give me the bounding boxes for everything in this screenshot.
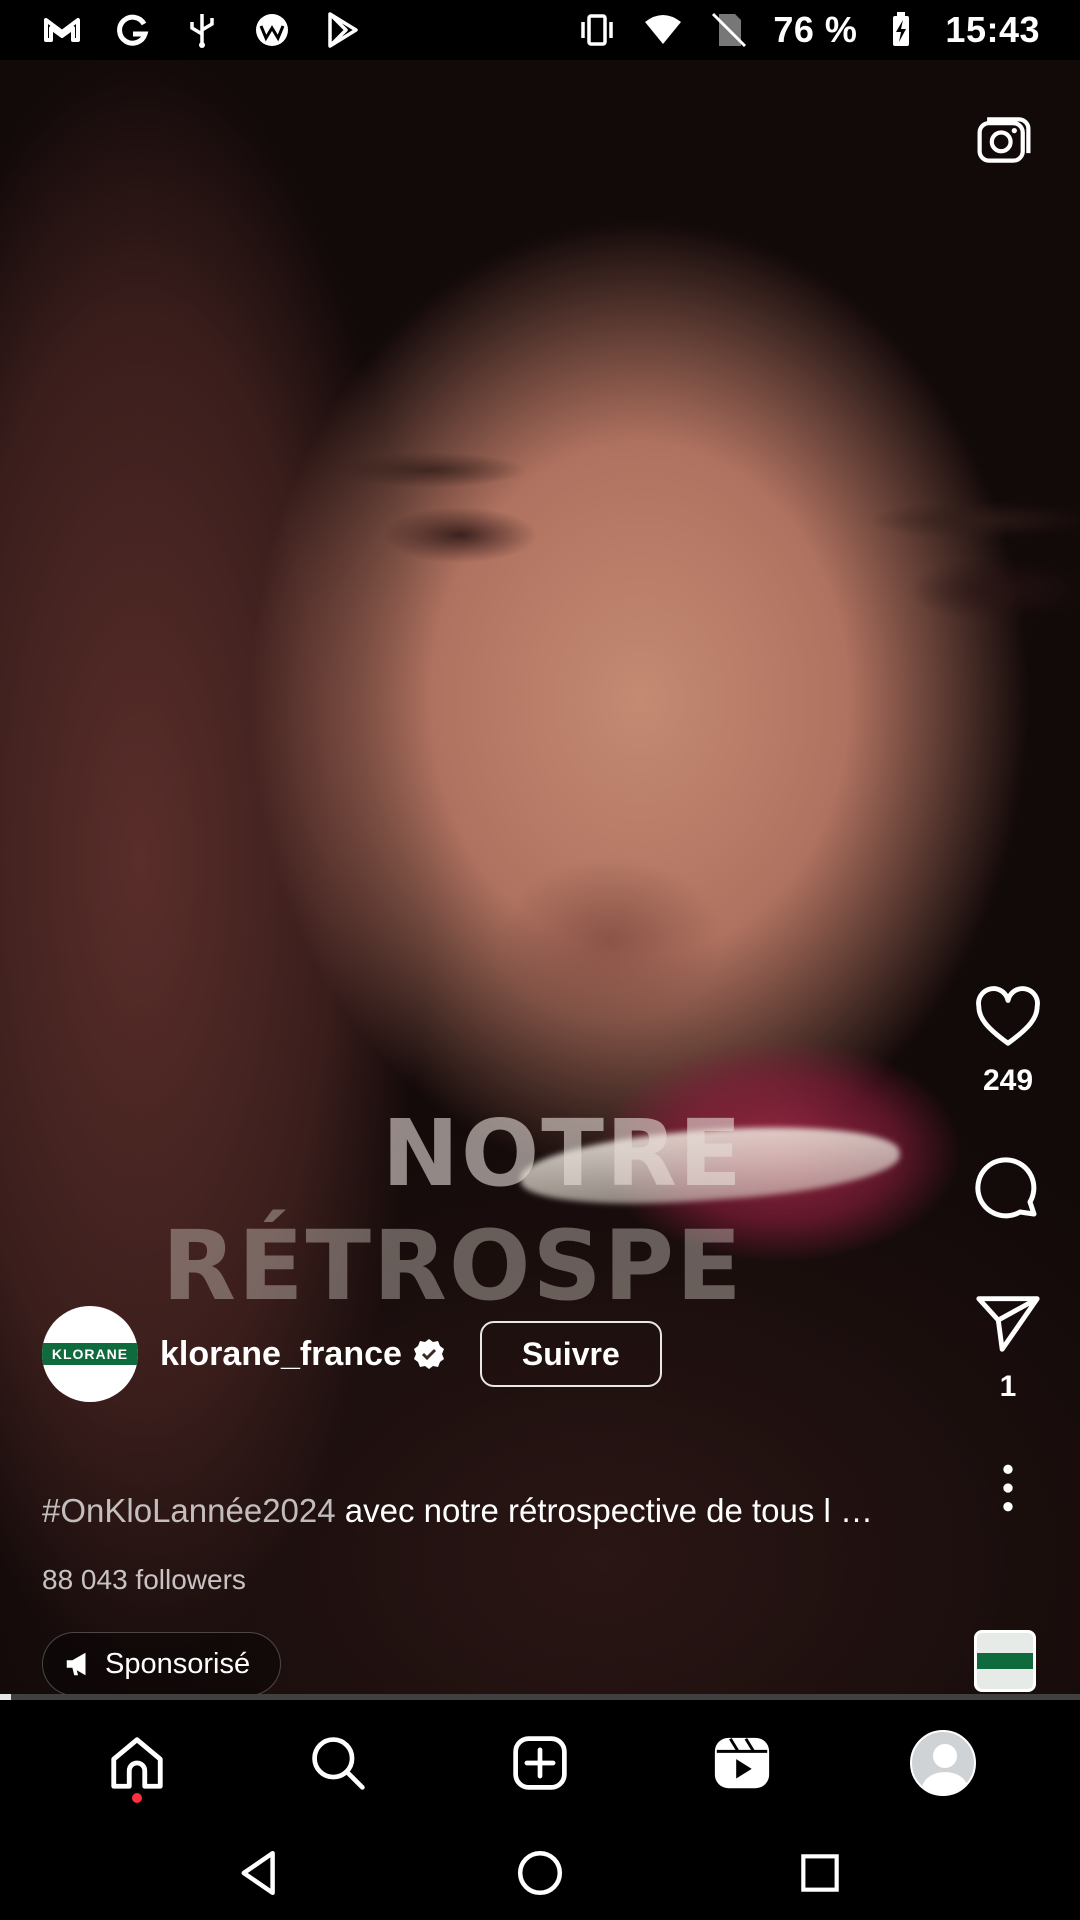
nav-create[interactable] xyxy=(492,1715,588,1811)
like-button[interactable] xyxy=(968,978,1048,1058)
share-count: 1 xyxy=(999,1370,1017,1403)
nav-search[interactable] xyxy=(290,1715,386,1811)
usb-icon xyxy=(180,8,224,52)
gmail-icon xyxy=(40,8,84,52)
nav-profile[interactable] xyxy=(895,1715,991,1811)
home-circle-icon xyxy=(517,1850,563,1896)
bottom-navigation xyxy=(0,1700,1080,1826)
recents-square-icon xyxy=(801,1854,839,1892)
nav-reels[interactable] xyxy=(694,1715,790,1811)
more-options-button[interactable] xyxy=(968,1448,1048,1528)
camera-button[interactable] xyxy=(972,108,1036,172)
profile-avatar-body xyxy=(922,1772,969,1794)
caption-hashtag[interactable]: #OnKloLannée2024 xyxy=(42,1492,336,1529)
comment-action xyxy=(960,1152,1056,1232)
heart-icon xyxy=(976,986,1040,1046)
comment-button[interactable] xyxy=(968,1152,1048,1232)
back-triangle-icon xyxy=(241,1850,275,1896)
clock: 15:43 xyxy=(945,9,1040,50)
video-frame xyxy=(0,60,1080,1694)
app-icon xyxy=(250,8,294,52)
author-username[interactable]: klorane_france xyxy=(160,1335,402,1374)
follow-button[interactable]: Suivre xyxy=(479,1321,662,1387)
home-system-button[interactable] xyxy=(500,1833,580,1913)
share-action: 1 xyxy=(960,1284,1056,1404)
caption[interactable]: #OnKloLannée2024 avec notre rétrospectiv… xyxy=(42,1492,942,1530)
system-navigation xyxy=(0,1826,1080,1920)
reel-video[interactable]: NOTRE RÉTROSPE 249 1 KLORANE klorane_fra… xyxy=(0,60,1080,1694)
nav-home[interactable] xyxy=(89,1715,185,1811)
status-left-icons xyxy=(40,8,364,52)
sponsored-badge[interactable]: Sponsorisé xyxy=(42,1632,282,1694)
vibrate-icon xyxy=(575,8,619,52)
no-sim-icon xyxy=(707,8,751,52)
home-icon xyxy=(111,1737,163,1789)
megaphone-icon xyxy=(66,1652,86,1676)
brand-logo: KLORANE xyxy=(42,1343,138,1365)
share-button[interactable] xyxy=(968,1284,1048,1364)
video-overlay-text-line-1: NOTRE xyxy=(382,1100,744,1207)
status-bar: 76 % 15:43 xyxy=(0,0,1080,60)
audio-thumbnail-logo xyxy=(977,1653,1033,1669)
profile-avatar-head xyxy=(933,1744,958,1768)
recents-button[interactable] xyxy=(780,1833,860,1913)
like-action: 249 xyxy=(960,978,1056,1098)
battery-charging-icon xyxy=(879,8,923,52)
followers-count: 88 043 followers xyxy=(42,1564,246,1595)
sponsored-label: Sponsorisé xyxy=(105,1647,251,1680)
battery-percentage: 76 % xyxy=(773,9,858,50)
google-icon xyxy=(110,8,154,52)
more-action xyxy=(960,1448,1056,1528)
create-icon xyxy=(513,1736,567,1790)
profile-avatar xyxy=(910,1730,977,1796)
caption-text: avec notre rétrospective de tous l … xyxy=(335,1492,874,1529)
verified-badge-icon xyxy=(413,1339,444,1369)
author-avatar[interactable]: KLORANE xyxy=(42,1306,138,1402)
audio-thumbnail[interactable] xyxy=(974,1630,1036,1692)
wifi-icon xyxy=(641,8,685,52)
author-row: KLORANE klorane_france Suivre xyxy=(42,1306,662,1402)
comment-icon xyxy=(975,1157,1037,1219)
status-right-icons: 76 % 15:43 xyxy=(575,8,1040,52)
back-button[interactable] xyxy=(220,1833,300,1913)
more-vertical-icon xyxy=(1003,1464,1013,1512)
reels-icon xyxy=(714,1737,769,1789)
play-store-icon xyxy=(320,8,364,52)
search-icon xyxy=(312,1737,366,1790)
notification-dot xyxy=(131,1793,142,1803)
like-count: 249 xyxy=(982,1064,1034,1097)
send-icon xyxy=(976,1296,1040,1352)
camera-icon xyxy=(977,117,1031,163)
